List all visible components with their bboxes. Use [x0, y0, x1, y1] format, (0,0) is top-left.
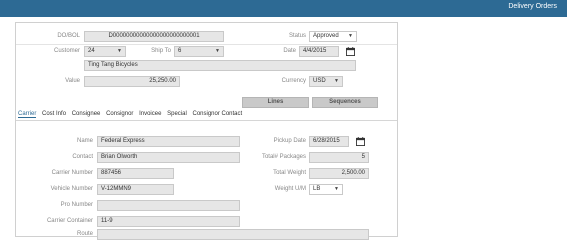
- carrier-name-field[interactable]: Federal Express: [97, 136, 240, 147]
- value-field[interactable]: 25,250.00: [84, 76, 180, 87]
- status-value: Approved: [313, 33, 339, 39]
- page-title: Delivery Orders: [508, 3, 557, 10]
- tab-bar: Carrier Cost Info Consignee Consignor In…: [18, 111, 246, 118]
- currency-select[interactable]: USD ▼: [309, 76, 343, 87]
- currency-label: Currency: [281, 78, 306, 84]
- customer-label: Customer: [53, 48, 80, 54]
- vehicle-number-label: Vehicle Number: [50, 186, 93, 192]
- weight-um-label: Weight U/M: [274, 186, 306, 192]
- total-packages-field[interactable]: 5: [309, 152, 369, 163]
- pickup-date-field[interactable]: 6/28/2015: [309, 136, 349, 147]
- date-label: Date: [283, 48, 296, 54]
- chevron-down-icon: ▼: [117, 48, 122, 54]
- contact-field[interactable]: Brian Olworth: [97, 152, 240, 163]
- lines-button[interactable]: Lines: [242, 97, 309, 108]
- shipto-label: Ship To: [151, 48, 171, 54]
- tab-consignor[interactable]: Consignor: [106, 111, 133, 117]
- tab-cost-info[interactable]: Cost Info: [42, 111, 66, 117]
- total-weight-field[interactable]: 2,500.00: [309, 168, 369, 179]
- carrier-number-field[interactable]: 887456: [97, 168, 174, 179]
- pickup-date-label: Pickup Date: [273, 138, 306, 144]
- customer-value: 24: [88, 48, 95, 54]
- delivery-order-form: DO/BOL D00000000000000000000000001 Statu…: [15, 22, 398, 240]
- customer-select[interactable]: 24 ▼: [84, 46, 126, 57]
- total-weight-label: Total Weight: [273, 170, 306, 176]
- shipto-value: 6: [178, 48, 182, 54]
- dobol-field[interactable]: D00000000000000000000000001: [84, 31, 224, 42]
- tab-carrier[interactable]: Carrier: [18, 111, 37, 118]
- chevron-down-icon: ▼: [215, 48, 220, 54]
- calendar-icon[interactable]: [346, 47, 355, 56]
- name-label: Name: [76, 138, 93, 144]
- tab-consignee[interactable]: Consignee: [72, 111, 101, 117]
- chevron-down-icon: ▼: [334, 186, 339, 192]
- value-label: Value: [65, 78, 80, 84]
- pro-number-label: Pro Number: [60, 202, 93, 208]
- contact-label: Contact: [72, 154, 93, 160]
- divider: [16, 44, 397, 45]
- vehicle-number-field[interactable]: V-12MMN9: [97, 184, 174, 195]
- status-label: Status: [288, 33, 306, 39]
- pro-number-field[interactable]: [97, 200, 240, 211]
- route-field[interactable]: [97, 229, 369, 240]
- calendar-icon[interactable]: [356, 137, 365, 146]
- shipto-select[interactable]: 6 ▼: [174, 46, 224, 57]
- customer-name-field[interactable]: Ting Tang Bicycles: [84, 60, 356, 71]
- chevron-down-icon: ▼: [348, 33, 353, 39]
- carrier-number-label: Carrier Number: [51, 170, 93, 176]
- currency-value: USD: [313, 78, 326, 84]
- date-field[interactable]: 4/4/2015: [299, 46, 339, 57]
- dobol-label: DO/BOL: [57, 33, 80, 39]
- route-label: Route: [76, 231, 93, 237]
- tab-divider: [16, 120, 397, 121]
- weight-um-select[interactable]: LB ▼: [309, 184, 343, 195]
- weight-um-value: LB: [313, 186, 321, 192]
- carrier-container-label: Carrier Container: [46, 218, 93, 224]
- app-header-bar: Delivery Orders: [0, 0, 567, 17]
- tab-invoicee[interactable]: Invoicee: [139, 111, 161, 117]
- chevron-down-icon: ▼: [334, 78, 339, 84]
- sequences-button[interactable]: Sequences: [312, 97, 378, 108]
- carrier-container-field[interactable]: 11-9: [97, 216, 240, 227]
- total-packages-label: Total# Packages: [261, 154, 306, 160]
- status-select[interactable]: Approved ▼: [309, 31, 357, 42]
- tab-special[interactable]: Special: [167, 111, 187, 117]
- tab-consignor-contact[interactable]: Consignor Contact: [192, 111, 242, 117]
